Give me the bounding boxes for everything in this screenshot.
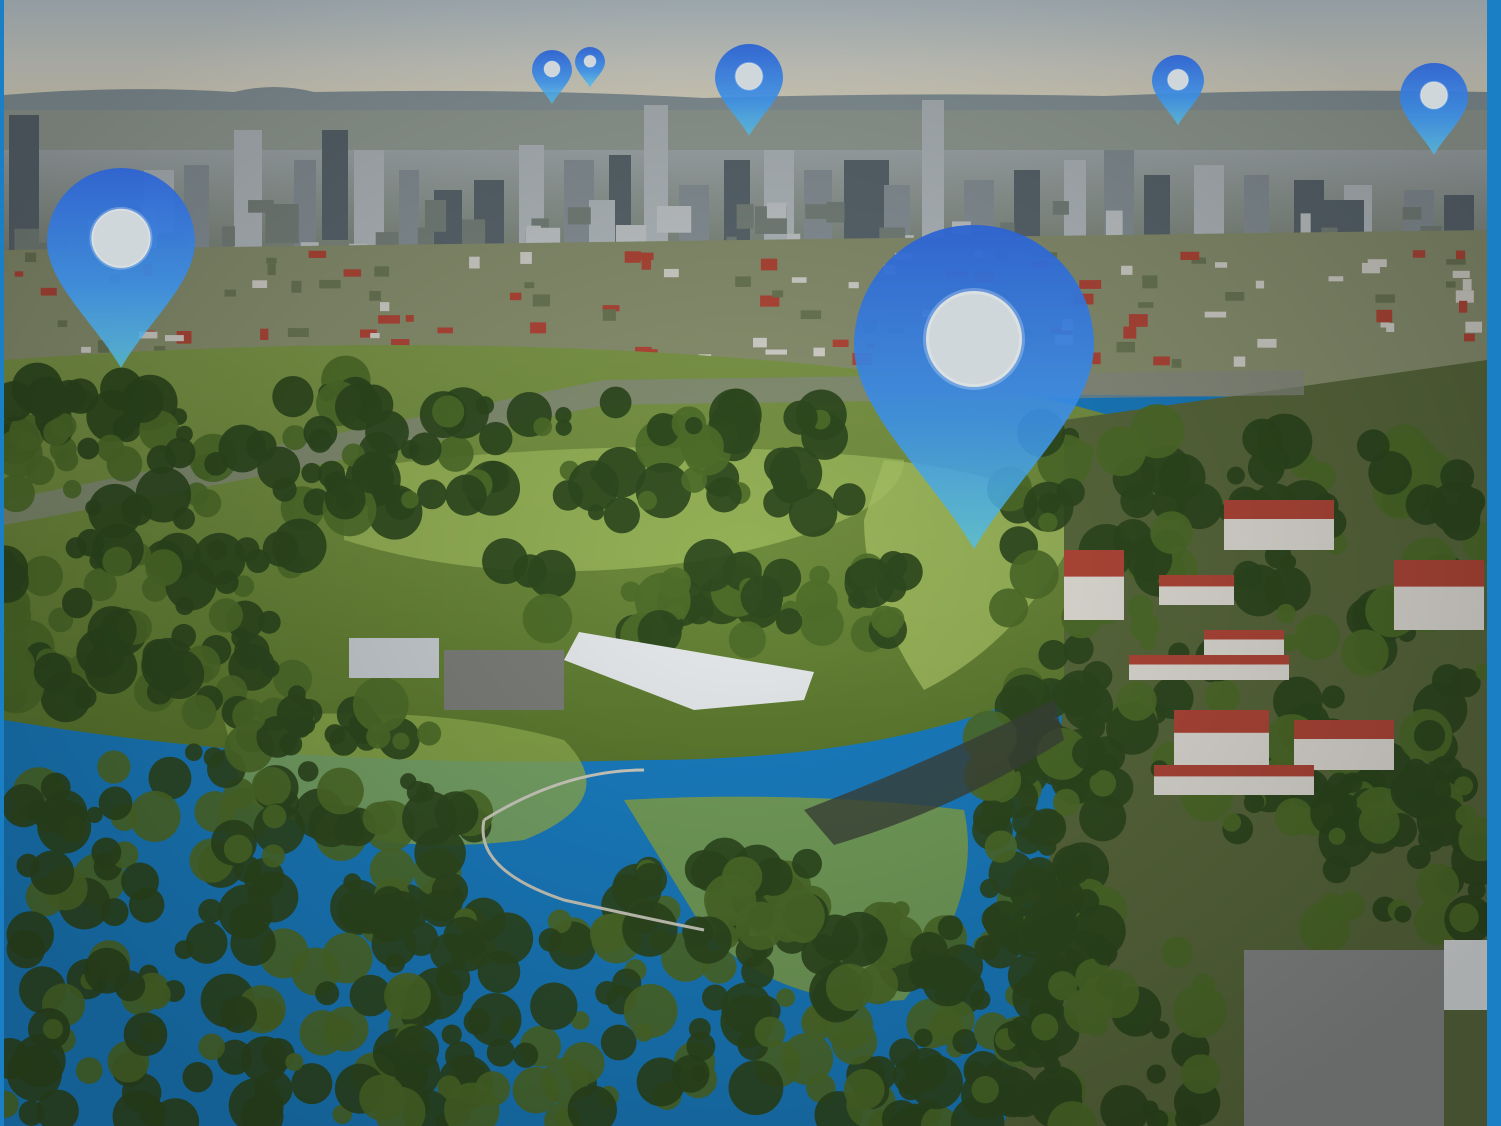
frame-right-border xyxy=(1487,0,1501,1126)
vignette xyxy=(4,0,1487,1126)
aerial-landscape xyxy=(4,0,1487,1126)
aerial-city-photo xyxy=(4,0,1487,1126)
